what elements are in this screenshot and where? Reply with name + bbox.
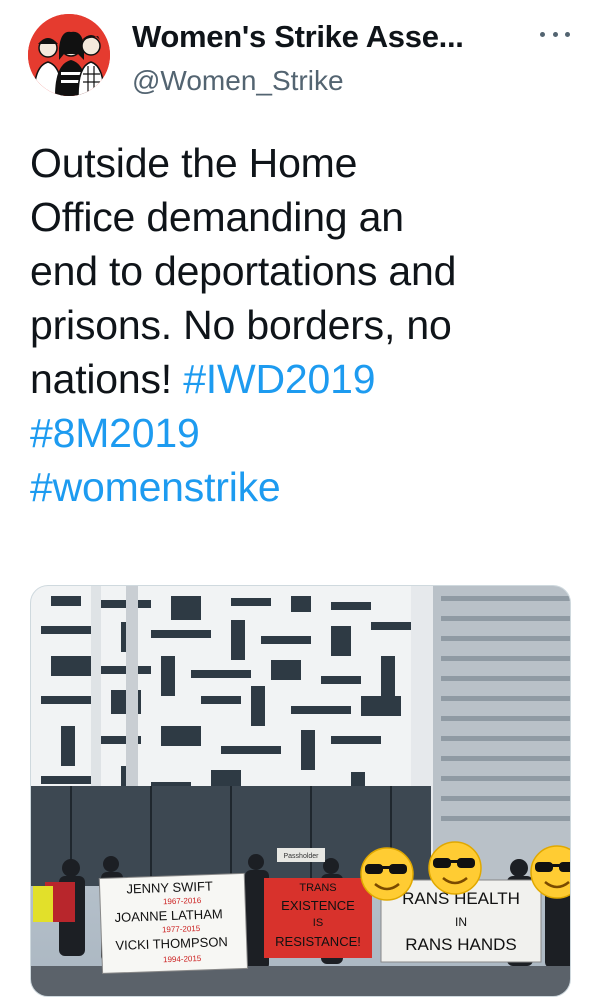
banner-left-dates2: 1977-2015 bbox=[162, 924, 201, 934]
banner-right-line2: IN bbox=[455, 915, 467, 929]
more-dots-icon[interactable] bbox=[540, 26, 570, 42]
tweet-header: Women's Strike Asse... @Women_Strike bbox=[0, 0, 600, 110]
avatar-illustration-icon bbox=[28, 14, 110, 96]
avatar[interactable] bbox=[28, 14, 110, 96]
tweet-line: nations! #IWD2019 bbox=[30, 352, 585, 406]
hashtag-link[interactable]: #womenstrike bbox=[30, 464, 281, 510]
tweet-line: Office demanding an bbox=[30, 194, 404, 240]
banner-middle-line4: RESISTANCE! bbox=[275, 934, 361, 949]
handle[interactable]: @Women_Strike bbox=[132, 64, 512, 98]
hashtag-link[interactable]: #IWD2019 bbox=[183, 356, 375, 402]
tweet-line: end to deportations and bbox=[30, 248, 457, 294]
hashtag-link[interactable]: #8M2019 bbox=[30, 410, 200, 456]
sunglasses-emoji-icon bbox=[428, 841, 482, 895]
author-names: Women's Strike Asse... @Women_Strike bbox=[132, 20, 512, 98]
banner-left-dates1: 1967-2016 bbox=[163, 896, 202, 906]
banner-left-line1: JENNY SWIFT bbox=[126, 879, 213, 897]
tweet-photo[interactable]: JENNY SWIFT 1967-2016 JOANNE LATHAM 1977… bbox=[30, 585, 571, 997]
banner-middle-line1: TRANS bbox=[299, 882, 336, 894]
tweet-text: Outside the Home Office demanding an end… bbox=[30, 136, 585, 514]
protest-photo: JENNY SWIFT 1967-2016 JOANNE LATHAM 1977… bbox=[31, 586, 570, 996]
banner-middle-line2: EXISTENCE bbox=[281, 898, 355, 913]
banner-right-line3: RANS HANDS bbox=[405, 935, 516, 954]
tweet-line: Outside the Home bbox=[30, 140, 358, 186]
passholder-sign: Passholder bbox=[283, 853, 319, 860]
tweet-line: prisons. No borders, no bbox=[30, 302, 452, 348]
sunglasses-emoji-icon bbox=[360, 847, 414, 901]
tweet-line-text: nations! bbox=[30, 356, 184, 402]
banner-middle-line3: IS bbox=[313, 917, 323, 929]
banner-left-dates3: 1994-2015 bbox=[163, 954, 202, 964]
display-name[interactable]: Women's Strike Asse... bbox=[132, 20, 512, 54]
